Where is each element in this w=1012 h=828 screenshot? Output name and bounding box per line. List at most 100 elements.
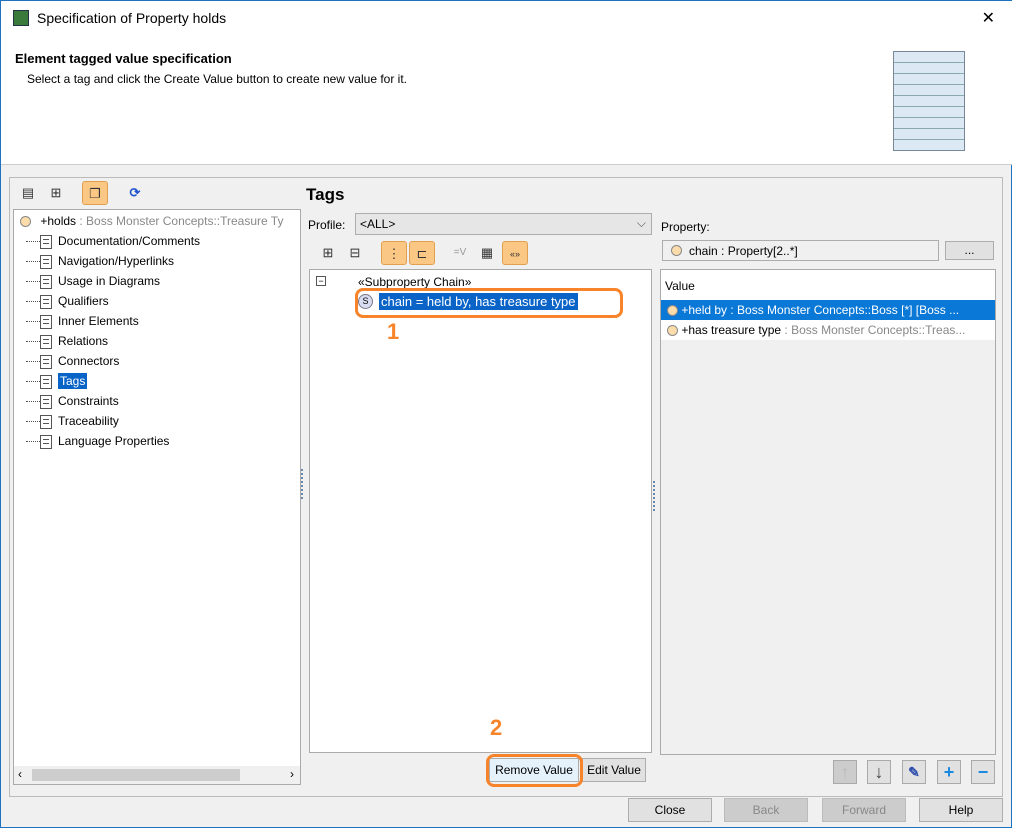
show-tags-icon[interactable]: ⋮ bbox=[381, 241, 407, 265]
copy-icon[interactable]: ❐ bbox=[82, 181, 108, 205]
scroll-left[interactable]: ‹ bbox=[18, 767, 22, 781]
document-icon bbox=[40, 394, 52, 409]
move-up-button[interactable]: ↑ bbox=[833, 760, 857, 784]
header-title: Element tagged value specification bbox=[15, 51, 232, 66]
help-button[interactable]: Help bbox=[919, 798, 1003, 822]
annotation-highlight-1 bbox=[355, 288, 623, 318]
expand-all-icon[interactable]: ⊞ bbox=[315, 241, 341, 265]
value-type: : Boss Monster Concepts::Treas... bbox=[781, 323, 966, 337]
edit-value-button[interactable]: Edit Value bbox=[582, 758, 646, 782]
splitter-right[interactable] bbox=[653, 481, 655, 511]
header: Element tagged value specification Selec… bbox=[1, 35, 1012, 165]
horizontal-scrollbar[interactable]: ‹ › bbox=[14, 766, 300, 784]
annotation-2: 2 bbox=[490, 715, 503, 740]
property-icon bbox=[667, 325, 678, 337]
group-by-stereotype-icon[interactable]: ⊏ bbox=[409, 241, 435, 265]
collapse-all-icon[interactable]: ⊟ bbox=[342, 241, 368, 265]
stereotype-icon[interactable]: «» bbox=[502, 241, 528, 265]
back-button[interactable]: Back bbox=[724, 798, 808, 822]
value-type: : Boss Monster Concepts::Boss [*] [Boss … bbox=[727, 303, 960, 317]
left-tree: +holds : Boss Monster Concepts::Treasure… bbox=[13, 209, 301, 785]
profile-value: <ALL> bbox=[360, 217, 396, 231]
profile-label: Profile: bbox=[308, 218, 346, 232]
tree-item[interactable]: Usage in Diagrams bbox=[26, 271, 161, 291]
tree-item-label: Navigation/Hyperlinks bbox=[58, 254, 175, 268]
tree-item[interactable]: Tags bbox=[26, 371, 88, 391]
tree-item-label: Qualifiers bbox=[58, 294, 109, 308]
header-subtitle: Select a tag and click the Create Value … bbox=[27, 72, 407, 86]
tree-item[interactable]: Navigation/Hyperlinks bbox=[26, 251, 175, 271]
stereotype-group[interactable]: «Subproperty Chain» bbox=[358, 275, 471, 289]
scroll-right[interactable]: › bbox=[290, 767, 294, 781]
app-icon bbox=[13, 10, 29, 26]
close-button[interactable]: Close bbox=[628, 798, 712, 822]
show-values-icon[interactable]: =V bbox=[447, 241, 473, 265]
document-icon bbox=[40, 414, 52, 429]
property-icon bbox=[667, 305, 678, 317]
value-row[interactable]: +held by : Boss Monster Concepts::Boss [… bbox=[661, 300, 995, 320]
value-name: +held by bbox=[681, 303, 728, 317]
document-pencil-icon bbox=[893, 51, 965, 151]
tree-item[interactable]: Inner Elements bbox=[26, 311, 139, 331]
property-field: chain : Property[2..*] bbox=[662, 240, 939, 261]
tree-item[interactable]: Language Properties bbox=[26, 431, 170, 451]
tree-root[interactable]: +holds : Boss Monster Concepts::Treasure… bbox=[20, 211, 283, 231]
document-icon bbox=[40, 234, 52, 249]
document-icon bbox=[40, 334, 52, 349]
annotation-1: 1 bbox=[387, 319, 400, 344]
property-value: chain : Property[2..*] bbox=[689, 244, 798, 258]
add-button[interactable]: + bbox=[937, 760, 961, 784]
tree-item[interactable]: Constraints bbox=[26, 391, 119, 411]
tree-item-label: Relations bbox=[58, 334, 109, 348]
document-icon bbox=[40, 274, 52, 289]
close-icon[interactable]: ✕ bbox=[982, 8, 995, 28]
tree-item-label: Language Properties bbox=[58, 434, 170, 448]
tree-item[interactable]: Qualifiers bbox=[26, 291, 109, 311]
tree-item-label: Documentation/Comments bbox=[58, 234, 201, 248]
value-name: +has treasure type bbox=[681, 323, 782, 337]
document-icon bbox=[40, 314, 52, 329]
property-icon bbox=[671, 245, 682, 256]
value-row[interactable]: +has treasure type : Boss Monster Concep… bbox=[661, 320, 995, 340]
table-view-icon[interactable]: ▤ bbox=[15, 181, 41, 205]
tree-item[interactable]: Connectors bbox=[26, 351, 120, 371]
grid-icon[interactable]: ▦ bbox=[474, 241, 500, 265]
remove-button[interactable]: − bbox=[971, 760, 995, 784]
window-title: Specification of Property holds bbox=[37, 10, 227, 26]
tree-item[interactable]: Traceability bbox=[26, 411, 119, 431]
scroll-thumb[interactable] bbox=[32, 769, 240, 781]
tags-heading: Tags bbox=[306, 185, 345, 204]
property-icon bbox=[20, 216, 31, 228]
tree-item-label: Inner Elements bbox=[58, 314, 139, 328]
profile-select[interactable]: <ALL> ⌵ bbox=[355, 213, 652, 235]
document-icon bbox=[40, 354, 52, 369]
move-down-button[interactable]: ↓ bbox=[867, 760, 891, 784]
splitter-left[interactable] bbox=[301, 469, 303, 499]
edit-pencil-button[interactable]: ✎ bbox=[902, 760, 926, 784]
value-column-header[interactable]: Value bbox=[661, 270, 995, 300]
tree-view-icon[interactable]: ⊞ bbox=[43, 181, 69, 205]
property-label: Property: bbox=[661, 220, 710, 234]
document-icon bbox=[40, 434, 52, 449]
annotation-highlight-2 bbox=[486, 754, 583, 787]
tree-item[interactable]: Relations bbox=[26, 331, 109, 351]
tree-item[interactable]: Documentation/Comments bbox=[26, 231, 201, 251]
title-bar: Specification of Property holds ✕ bbox=[1, 1, 1012, 35]
forward-button[interactable]: Forward bbox=[822, 798, 906, 822]
document-icon bbox=[40, 374, 52, 389]
tree-item-label: Constraints bbox=[58, 394, 119, 408]
root-name: +holds bbox=[40, 214, 77, 228]
document-icon bbox=[40, 254, 52, 269]
tree-item-label: Traceability bbox=[58, 414, 119, 428]
tree-item-label: Usage in Diagrams bbox=[58, 274, 161, 288]
collapse-icon[interactable]: − bbox=[316, 276, 326, 286]
tree-item-label: Connectors bbox=[58, 354, 120, 368]
tree-item-label: Tags bbox=[58, 373, 88, 389]
refresh-icon[interactable]: ⟳ bbox=[122, 181, 148, 205]
chevron-down-icon: ⌵ bbox=[636, 216, 646, 230]
value-table: Value +held by : Boss Monster Concepts::… bbox=[660, 269, 996, 755]
root-type: : Boss Monster Concepts::Treasure Ty bbox=[76, 214, 284, 228]
browse-button[interactable]: ... bbox=[945, 241, 994, 260]
tags-tree: − «Subproperty Chain» S chain = held by,… bbox=[309, 269, 652, 753]
document-icon bbox=[40, 294, 52, 309]
